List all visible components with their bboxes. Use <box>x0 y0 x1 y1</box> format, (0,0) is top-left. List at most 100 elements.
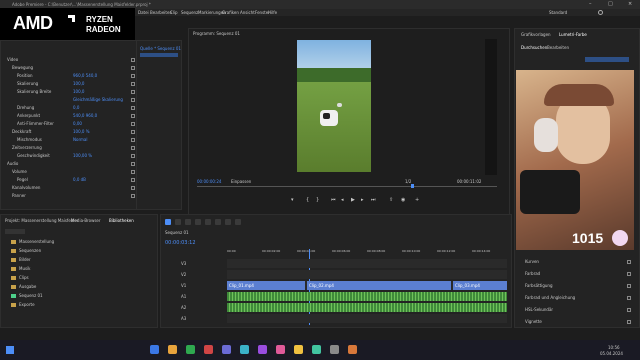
lumetri-section[interactable]: Farbrad <box>525 271 540 276</box>
tab-browse[interactable]: Durchsuchen <box>521 45 547 50</box>
track-lane[interactable] <box>227 270 507 279</box>
effect-row-value[interactable]: 960,0 540,0 <box>73 73 97 78</box>
lumetri-section[interactable]: HSL-Sekundär <box>525 307 553 312</box>
media-icon[interactable] <box>276 345 285 354</box>
pen-tool-icon[interactable] <box>215 219 221 225</box>
keyframe-toggle-icon[interactable] <box>131 154 135 158</box>
effect-row-value[interactable]: 100,00 % <box>73 153 92 158</box>
project-item[interactable]: Musik <box>19 266 31 271</box>
step-forward-icon[interactable]: ⏭ <box>371 197 376 203</box>
project-item[interactable]: Massenerstellung <box>19 239 54 244</box>
tab-libraries[interactable]: Bibliotheken <box>109 218 134 223</box>
hand-tool-icon[interactable] <box>225 219 231 225</box>
section-toggle-icon[interactable] <box>627 320 631 324</box>
effect-row-value[interactable]: 0,0 dB <box>73 177 86 182</box>
search-icon[interactable] <box>150 345 159 354</box>
program-timecode-left[interactable]: 00:00:00:24 <box>197 179 221 184</box>
audio-clip[interactable] <box>227 303 507 312</box>
razor-tool-icon[interactable] <box>195 219 201 225</box>
lumetri-section[interactable]: Vignette <box>525 319 542 324</box>
effect-row-value[interactable]: 540,0 960,0 <box>73 113 97 118</box>
files-icon[interactable] <box>186 345 195 354</box>
play-icon[interactable]: ▶ <box>351 197 355 203</box>
project-item[interactable]: Sequenz 01 <box>19 293 43 298</box>
timeline-tab[interactable]: Sequenz 01 <box>165 230 189 235</box>
keyframe-toggle-icon[interactable] <box>131 114 135 118</box>
keyframe-toggle-icon[interactable] <box>131 178 135 182</box>
keyframe-toggle-icon[interactable] <box>131 106 135 110</box>
keyframe-toggle-icon[interactable] <box>131 162 135 166</box>
timeline-timecode[interactable]: 00:00:03:12 <box>165 240 196 246</box>
mark-out-icon[interactable]: } <box>316 197 319 203</box>
keyframe-toggle-icon[interactable] <box>131 170 135 174</box>
frame-back-icon[interactable]: ◂ <box>341 197 344 203</box>
tab-media-browser[interactable]: Media-Browser <box>71 218 101 223</box>
keyframe-toggle-icon[interactable] <box>131 194 135 198</box>
menu-help[interactable]: Hilfe <box>268 10 277 15</box>
premiere-icon[interactable] <box>348 345 357 354</box>
track-lane[interactable] <box>227 259 507 268</box>
keyframe-toggle-icon[interactable] <box>131 58 135 62</box>
menu-file[interactable]: Datei <box>138 10 149 15</box>
track-label[interactable]: A2 <box>181 305 186 310</box>
menu-clip[interactable]: Clip <box>170 10 178 15</box>
program-scrubber[interactable] <box>197 186 497 187</box>
settings-icon[interactable] <box>330 345 339 354</box>
section-toggle-icon[interactable] <box>627 284 631 288</box>
marker-icon[interactable]: ▾ <box>291 197 294 203</box>
export-frame-icon[interactable]: ◉ <box>401 197 405 203</box>
selected-clip-bar[interactable] <box>140 53 178 57</box>
header-tab-graphics[interactable]: Grafikvorlagen <box>521 32 551 37</box>
maximize-button[interactable]: □ <box>608 1 613 7</box>
keyframe-toggle-icon[interactable] <box>131 74 135 78</box>
keyframe-toggle-icon[interactable] <box>131 130 135 134</box>
ripple-tool-icon[interactable] <box>185 219 191 225</box>
menu-graphics[interactable]: Grafiken <box>222 10 239 15</box>
start-icon[interactable] <box>6 346 14 354</box>
menu-sequence[interactable]: Sequenz <box>181 10 198 15</box>
preset-dropdown[interactable] <box>585 57 629 62</box>
clip-label[interactable]: Quelle * Sequenz 01 <box>140 46 181 51</box>
fit-dropdown[interactable]: Einpassen <box>231 179 251 184</box>
header-tab-lumetri[interactable]: Lumetri-Farbe <box>559 32 587 37</box>
slip-tool-icon[interactable] <box>205 219 211 225</box>
mark-in-icon[interactable]: { <box>306 197 309 203</box>
close-button[interactable]: × <box>628 1 632 7</box>
track-select-tool-icon[interactable] <box>175 219 181 225</box>
project-item[interactable]: Bilder <box>19 257 31 262</box>
menu-view[interactable]: Ansicht <box>240 10 255 15</box>
track-lane[interactable] <box>227 314 507 323</box>
track-label[interactable]: A1 <box>181 294 186 299</box>
keyframe-toggle-icon[interactable] <box>131 82 135 86</box>
timeline-ruler[interactable]: 00:00 00:00:02:00 00:00:04:00 00:00:06:00 00… <box>227 249 507 255</box>
keyframe-toggle-icon[interactable] <box>131 138 135 142</box>
program-playhead[interactable] <box>411 184 414 188</box>
minimize-button[interactable]: – <box>589 1 592 7</box>
project-item[interactable]: Sequenzen <box>19 248 41 253</box>
keyframe-toggle-icon[interactable] <box>131 98 135 102</box>
tab-project[interactable]: Projekt: Massenerstellung Maisfelder <box>5 218 79 223</box>
section-toggle-icon[interactable] <box>627 272 631 276</box>
keyframe-toggle-icon[interactable] <box>131 122 135 126</box>
workspace-label[interactable]: Standard <box>549 10 567 15</box>
text-tool-icon[interactable] <box>235 219 241 225</box>
browser-icon[interactable] <box>168 345 177 354</box>
keyframe-toggle-icon[interactable] <box>131 146 135 150</box>
project-item[interactable]: Ausgabe <box>19 284 36 289</box>
keyframe-toggle-icon[interactable] <box>131 66 135 70</box>
notes-icon[interactable] <box>294 345 303 354</box>
search-icon[interactable] <box>598 10 603 15</box>
chrome-icon[interactable] <box>222 345 231 354</box>
tab-edit[interactable]: Bearbeiten <box>547 45 569 50</box>
effect-row-value[interactable]: 0,0 <box>73 105 79 110</box>
add-button-icon[interactable]: + <box>415 197 419 203</box>
mail-icon[interactable] <box>240 345 249 354</box>
section-toggle-icon[interactable] <box>627 308 631 312</box>
section-toggle-icon[interactable] <box>627 260 631 264</box>
discord-icon[interactable] <box>258 345 267 354</box>
track-label[interactable]: V2 <box>181 272 186 277</box>
project-item[interactable]: Exporte <box>19 302 35 307</box>
track-label[interactable]: V1 <box>181 283 186 288</box>
track-label[interactable]: V3 <box>181 261 186 266</box>
selection-tool-icon[interactable] <box>165 219 171 225</box>
